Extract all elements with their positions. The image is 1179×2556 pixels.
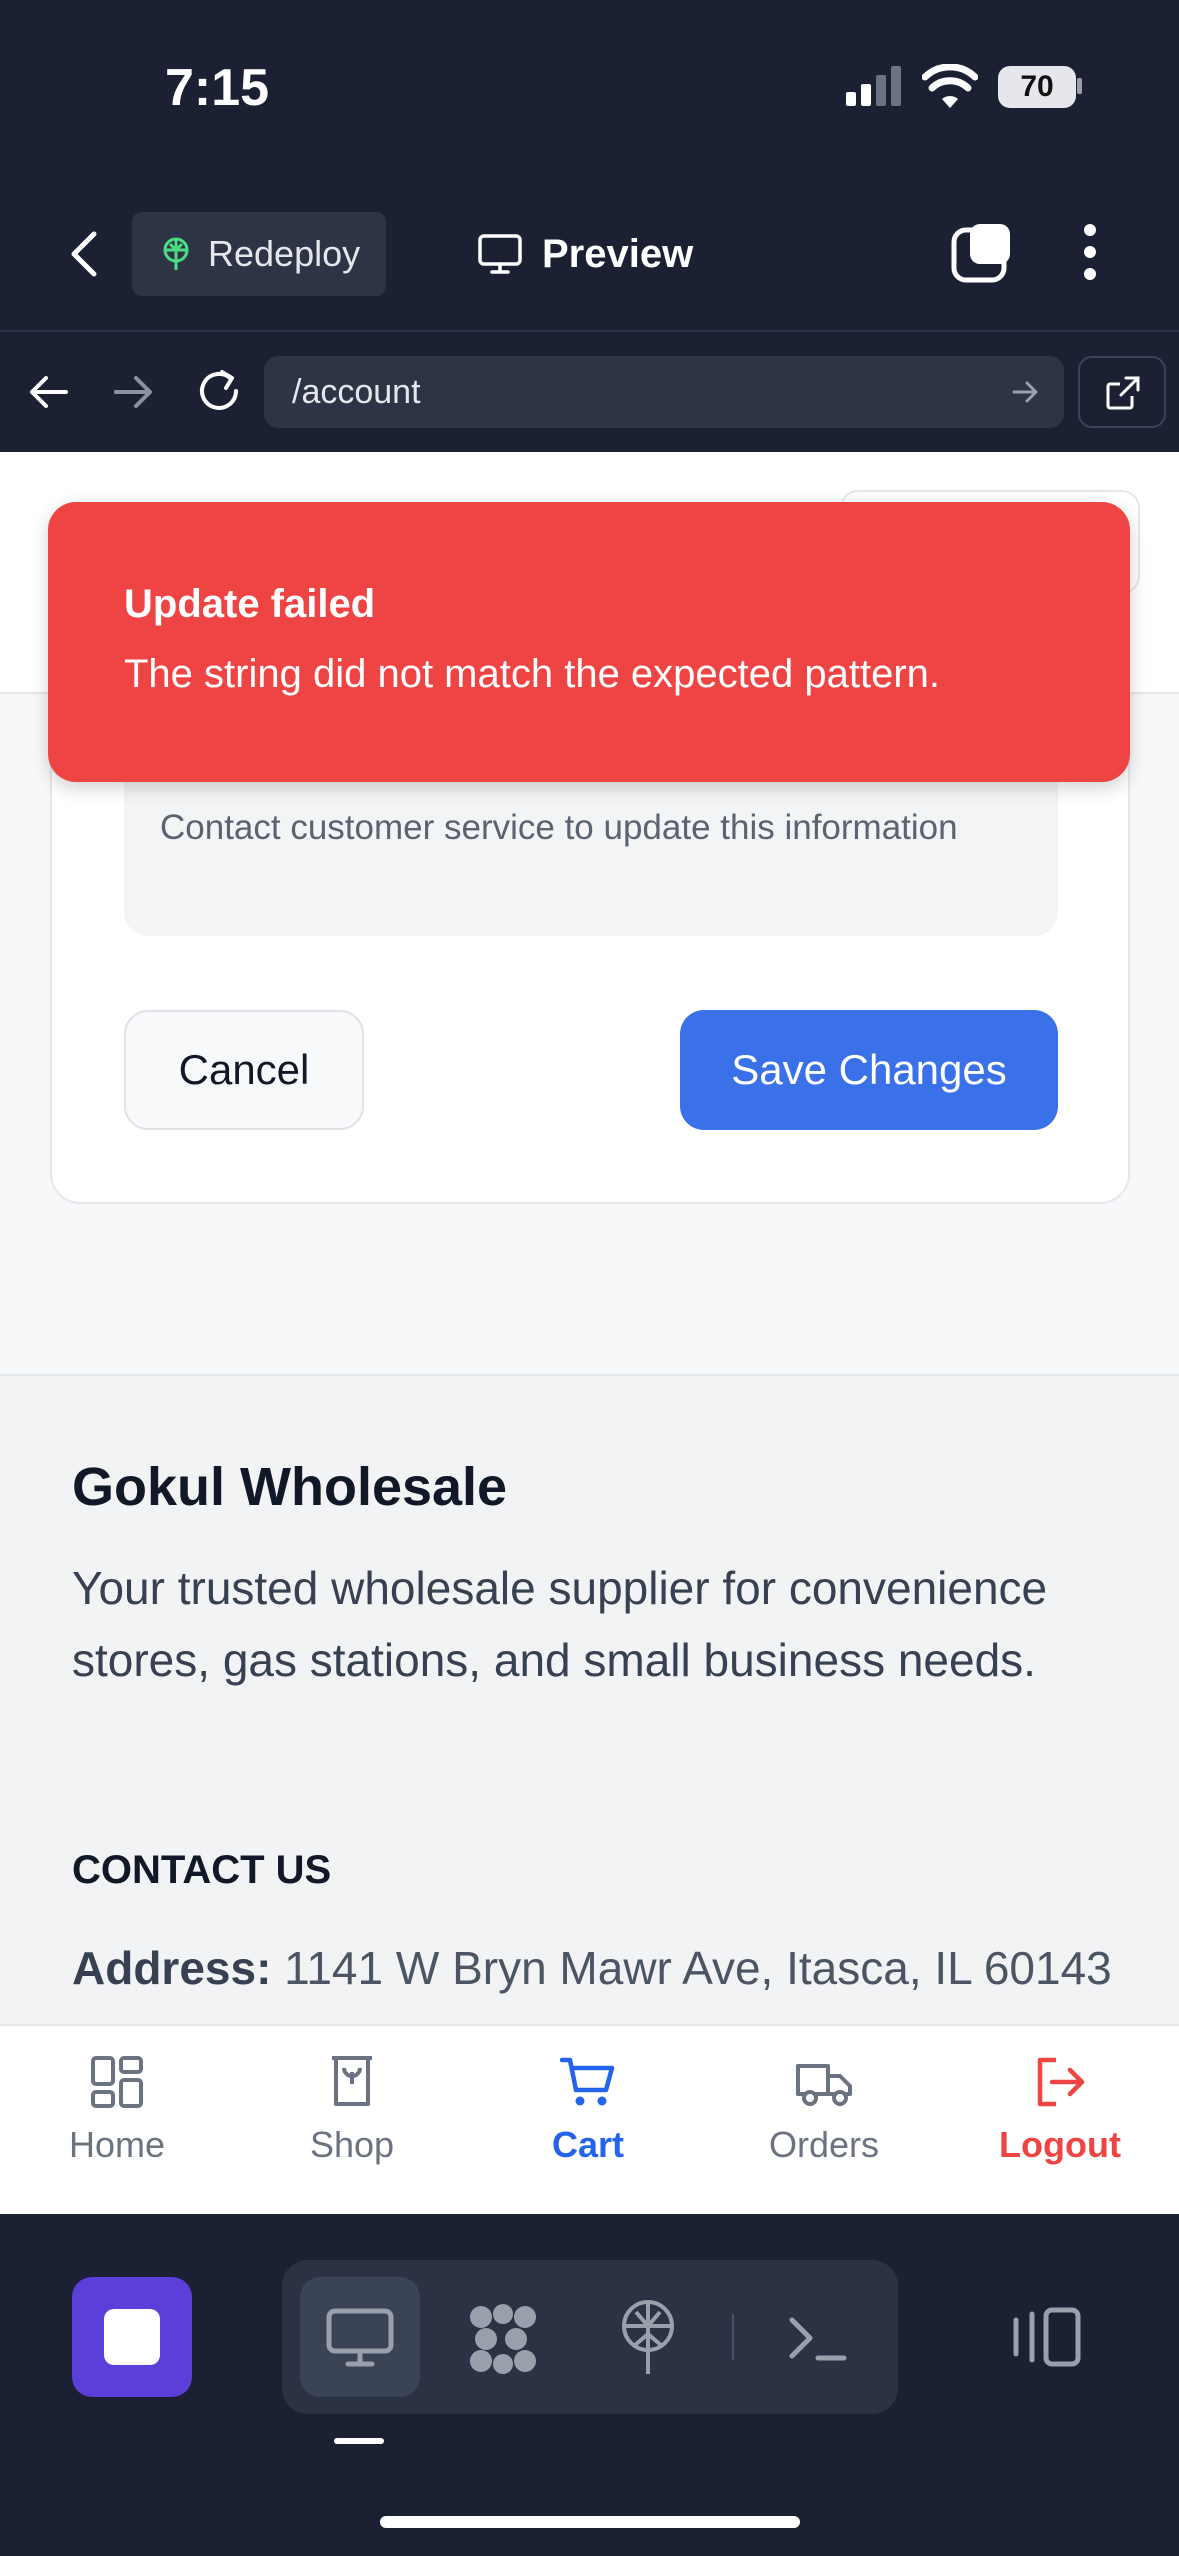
site-footer: Gokul Wholesale Your trusted wholesale s…	[0, 1374, 1179, 2024]
monitor-view-icon	[326, 2308, 394, 2367]
switcher-divider	[732, 2314, 734, 2360]
redeploy-button[interactable]: Redeploy	[132, 212, 386, 296]
logout-icon	[1037, 2057, 1085, 2107]
reload-icon[interactable]	[194, 366, 244, 416]
tab-label-shop: Shop	[309, 2124, 395, 2165]
url-path: /account	[292, 373, 421, 411]
deploy-icon	[163, 237, 189, 270]
footer-tagline: Your trusted wholesale supplier for conv…	[72, 1562, 1048, 1686]
battery-indicator: 70	[998, 66, 1076, 108]
contact-heading: CONTACT US	[72, 1848, 332, 1892]
cancel-button[interactable]: Cancel	[124, 1010, 364, 1130]
deployments-icon[interactable]	[616, 2298, 680, 2376]
preview-tab[interactable]: Preview	[478, 222, 693, 286]
toast-message: The string did not match the expected pa…	[124, 652, 941, 696]
redeploy-label: Redeploy	[208, 233, 361, 274]
truck-icon	[796, 2064, 852, 2106]
tab-label-home: Home	[68, 2124, 166, 2165]
cart-icon	[560, 2057, 615, 2106]
wifi-icon	[922, 64, 978, 108]
tab-cart[interactable]: Cart	[488, 2054, 688, 2204]
error-toast[interactable]: Update failed The string did not match t…	[48, 502, 1130, 782]
tab-orders[interactable]: Orders	[724, 2054, 924, 2204]
go-arrow-icon[interactable]	[1010, 376, 1042, 408]
status-time: 7:15	[165, 59, 270, 117]
back-icon[interactable]	[62, 228, 106, 280]
tab-label-logout: Logout	[999, 2124, 1121, 2165]
address-label: Address:	[72, 1942, 272, 1994]
home-indicator	[380, 2516, 800, 2528]
tab-home[interactable]: Home	[17, 2054, 217, 2204]
shell-icon[interactable]	[788, 2314, 848, 2364]
account-form-card: Contact customer service to update this …	[50, 722, 1130, 1204]
preview-label: Preview	[542, 231, 694, 276]
bag-icon	[332, 2056, 372, 2106]
toast-title: Update failed	[124, 582, 376, 626]
nav-forward-icon[interactable]	[112, 372, 156, 412]
address-value: 1141 W Bryn Mawr Ave, Itasca, IL 60143	[284, 1942, 1112, 1994]
tab-label-orders: Orders	[768, 2124, 880, 2165]
save-changes-button[interactable]: Save Changes	[680, 1010, 1058, 1130]
more-menu-icon[interactable]	[1078, 222, 1102, 282]
nav-back-icon[interactable]	[26, 372, 70, 412]
panels-icon[interactable]	[1010, 2306, 1082, 2368]
footer-address: Address: 1141 W Bryn Mawr Ave, Itasca, I…	[72, 1932, 1112, 2004]
stop-icon	[104, 2309, 160, 2365]
tab-shop[interactable]: Shop	[252, 2054, 452, 2204]
footer-brand: Gokul Wholesale	[72, 1457, 508, 1517]
url-input[interactable]: /account	[264, 356, 1064, 428]
tab-logout[interactable]: Logout	[960, 2054, 1160, 2204]
grid-icon	[91, 2056, 143, 2108]
external-link-icon	[1106, 376, 1140, 410]
battery-tip	[1077, 78, 1082, 94]
agent-icon[interactable]	[466, 2302, 540, 2376]
tab-label-cart: Cart	[551, 2124, 625, 2165]
readonly-info-text: Contact customer service to update this …	[160, 808, 958, 847]
signal-icon	[846, 66, 901, 106]
monitor-icon	[478, 234, 522, 274]
tabs-icon[interactable]	[950, 220, 1014, 284]
open-external-button[interactable]	[1078, 356, 1166, 428]
active-view-underline	[334, 2438, 384, 2444]
